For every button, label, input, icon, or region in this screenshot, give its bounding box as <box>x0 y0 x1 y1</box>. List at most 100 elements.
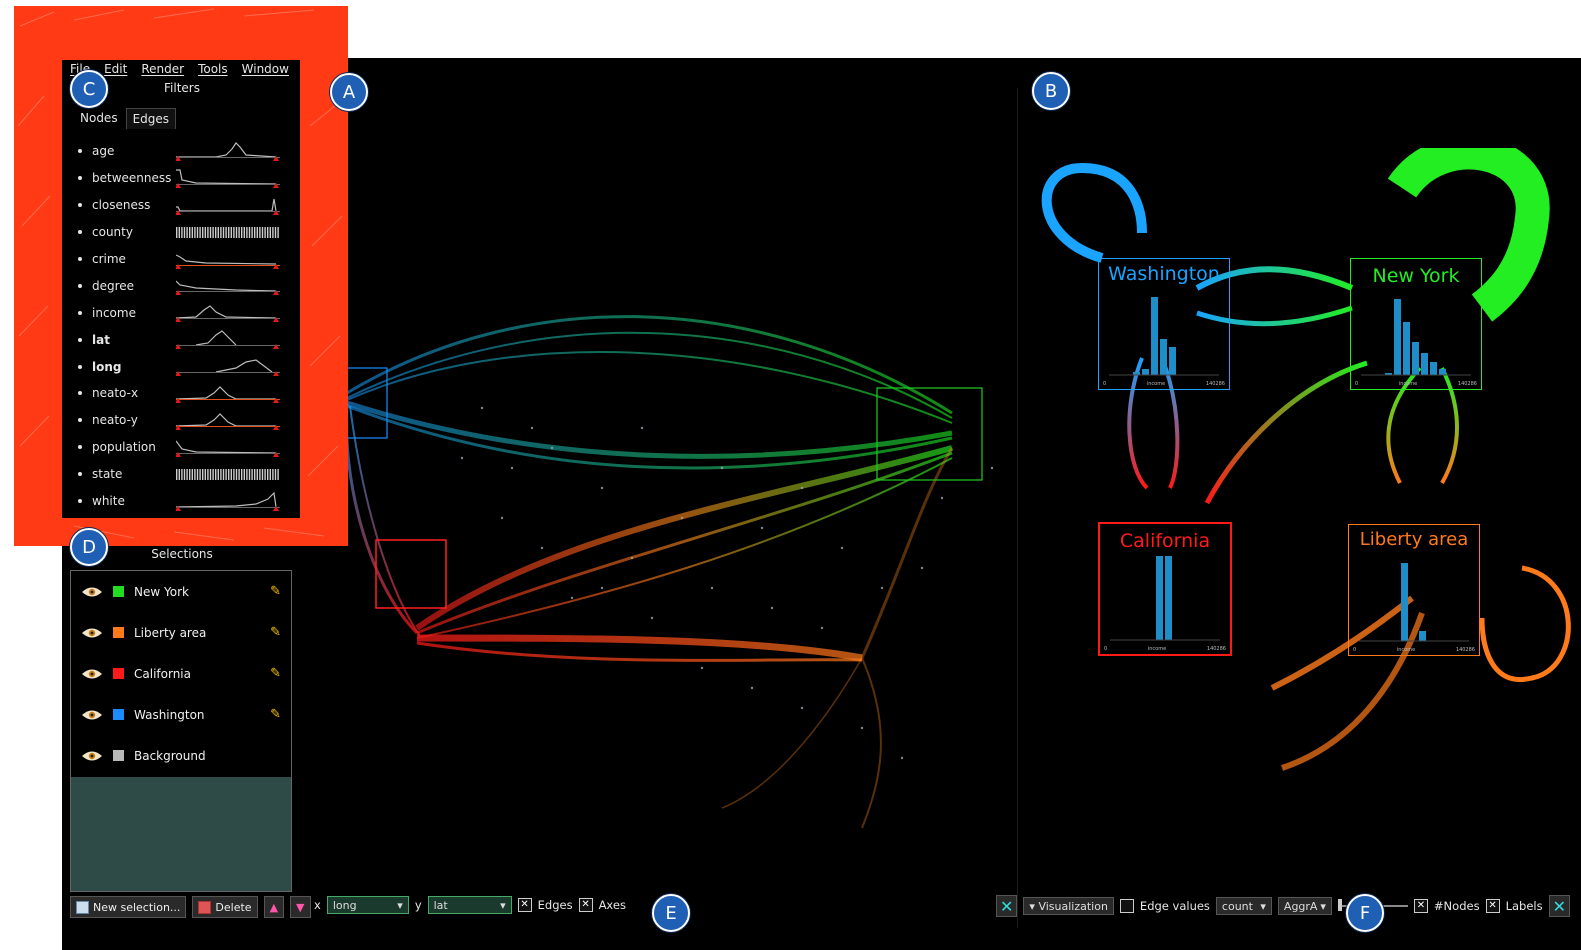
badge-c: C <box>70 70 108 108</box>
node-axis: 0 income 140286 <box>1353 647 1475 653</box>
node-histogram <box>1359 563 1469 642</box>
graph-node-liberty-area[interactable]: Liberty area 0 income 140286 <box>1348 524 1480 656</box>
axis-min: 0 <box>1103 381 1107 387</box>
new-selection-icon <box>76 900 89 914</box>
eye-icon[interactable] <box>81 586 103 598</box>
new-selection-button[interactable]: New selection... <box>70 896 187 918</box>
selections-empty-area <box>71 777 291 891</box>
chevron-down-icon: ▾ <box>500 898 506 912</box>
selection-color-swatch[interactable] <box>113 627 124 638</box>
graph-node-label: New York <box>1372 265 1460 287</box>
highlight-frame <box>14 6 348 546</box>
arrow-down-icon: ▼ <box>296 900 305 914</box>
x-axis-label: x <box>314 898 321 912</box>
axis-max: 140286 <box>1205 381 1225 387</box>
eye-icon[interactable] <box>81 668 103 680</box>
graph-view[interactable] <box>1022 148 1581 868</box>
map-selection-california[interactable] <box>375 539 447 609</box>
nodes-count-checkbox[interactable]: ✕ <box>1413 899 1428 913</box>
eye-icon[interactable] <box>81 709 103 721</box>
edge-values-checkbox[interactable]: ✕ <box>1119 899 1134 913</box>
axis-label: income <box>1396 647 1416 653</box>
node-axis: 0 income 140286 <box>1104 646 1226 652</box>
selections-list: New York ✎ Liberty area ✎ California ✎ Washing… <box>70 570 292 892</box>
axis-label: income <box>1147 646 1167 652</box>
axes-label: Axes <box>598 898 626 912</box>
selection-item[interactable]: California ✎ <box>71 653 291 694</box>
aggregation-select[interactable]: AggrA ▾ <box>1277 897 1332 915</box>
badge-e: E <box>652 894 690 932</box>
badge-d: D <box>70 528 108 566</box>
edge-bundle-california-liberty <box>416 634 863 662</box>
fit-view-icon: ✕ <box>1000 896 1014 916</box>
edge-bundle-washington-newyork <box>346 315 953 470</box>
x-axis-value: long <box>332 898 357 912</box>
map-toolbar: x long ▾ y lat ▾ ✕ Edges ✕ Axes <box>314 896 626 914</box>
new-selection-label: New selection... <box>93 900 181 914</box>
fit-view-button[interactable]: ✕ <box>996 895 1018 917</box>
chevron-down-icon: ▾ <box>1320 899 1326 913</box>
selection-label: Liberty area <box>134 625 207 640</box>
slider-handle[interactable] <box>1337 899 1342 911</box>
axes-checkbox[interactable]: ✕ <box>578 898 593 912</box>
node-histogram <box>1110 556 1220 641</box>
selection-label: New York <box>134 584 189 599</box>
badge-b: B <box>1032 72 1070 110</box>
edges-label: Edges <box>537 898 573 912</box>
move-up-button[interactable]: ▲ <box>263 896 285 918</box>
eye-icon[interactable] <box>81 750 103 762</box>
selection-buttons: New selection... Delete ▲ ▼ <box>70 896 311 918</box>
axis-min: 0 <box>1353 647 1357 653</box>
graph-extra-button[interactable]: ✕ <box>1548 895 1570 917</box>
selection-item[interactable]: Washington ✎ <box>71 694 291 735</box>
selection-item[interactable]: Liberty area ✎ <box>71 612 291 653</box>
x-axis-select[interactable]: long ▾ <box>326 896 409 914</box>
nodes-count-label: #Nodes <box>1433 899 1480 913</box>
map-canvas[interactable] <box>302 168 1032 858</box>
node-histogram <box>1109 297 1219 376</box>
graph-node-label: California <box>1119 530 1211 552</box>
selection-color-swatch[interactable] <box>113 668 124 679</box>
graph-edges <box>1041 148 1571 771</box>
selection-color-swatch[interactable] <box>113 750 124 761</box>
visualization-dropdown[interactable]: ▾ Visualization <box>1023 897 1114 915</box>
graph-node-california[interactable]: California 0 income 140286 <box>1098 522 1232 656</box>
badge-f: F <box>1346 894 1384 932</box>
graph-node-washington[interactable]: Washington 0 income 140286 <box>1098 258 1230 390</box>
edge-bundle-liberty-newyork <box>721 447 954 829</box>
fit-view-icon: ✕ <box>1552 896 1566 916</box>
axis-max: 140286 <box>1457 381 1477 387</box>
count-value: count <box>1221 899 1253 913</box>
y-axis-value: lat <box>433 898 448 912</box>
wrench-icon[interactable]: ✎ <box>270 625 281 640</box>
node-histogram <box>1361 299 1471 376</box>
chevron-down-icon: ▾ <box>397 898 403 912</box>
chevron-down-icon: ▾ <box>1260 899 1266 913</box>
wrench-icon[interactable]: ✎ <box>270 666 281 681</box>
aggregation-value: AggrA <box>1283 899 1318 913</box>
axis-label: income <box>1398 381 1418 387</box>
move-down-button[interactable]: ▼ <box>290 896 311 918</box>
edges-checkbox[interactable]: ✕ <box>517 898 532 912</box>
wrench-icon[interactable]: ✎ <box>270 707 281 722</box>
selection-color-swatch[interactable] <box>113 586 124 597</box>
delete-label: Delete <box>215 900 252 914</box>
arrow-up-icon: ▲ <box>269 900 279 914</box>
labels-checkbox[interactable]: ✕ <box>1485 899 1500 913</box>
edge-bundle-california-newyork <box>415 445 953 639</box>
delete-button[interactable]: Delete <box>192 896 258 918</box>
selection-label: Washington <box>134 707 205 722</box>
wrench-icon[interactable]: ✎ <box>270 584 281 599</box>
graph-node-label: Liberty area <box>1359 529 1469 550</box>
eye-icon[interactable] <box>81 627 103 639</box>
delete-icon <box>198 900 212 914</box>
count-select[interactable]: count ▾ <box>1215 897 1272 915</box>
selection-item[interactable]: New York ✎ <box>71 571 291 612</box>
selection-color-swatch[interactable] <box>113 709 124 720</box>
node-axis: 0 income 140286 <box>1355 381 1477 387</box>
y-axis-select[interactable]: lat ▾ <box>427 896 512 914</box>
axis-max: 140286 <box>1206 646 1226 652</box>
graph-node-newyork[interactable]: New York 0 income 140286 <box>1350 258 1482 390</box>
axis-label: income <box>1146 381 1166 387</box>
selection-item[interactable]: Background <box>71 735 291 776</box>
